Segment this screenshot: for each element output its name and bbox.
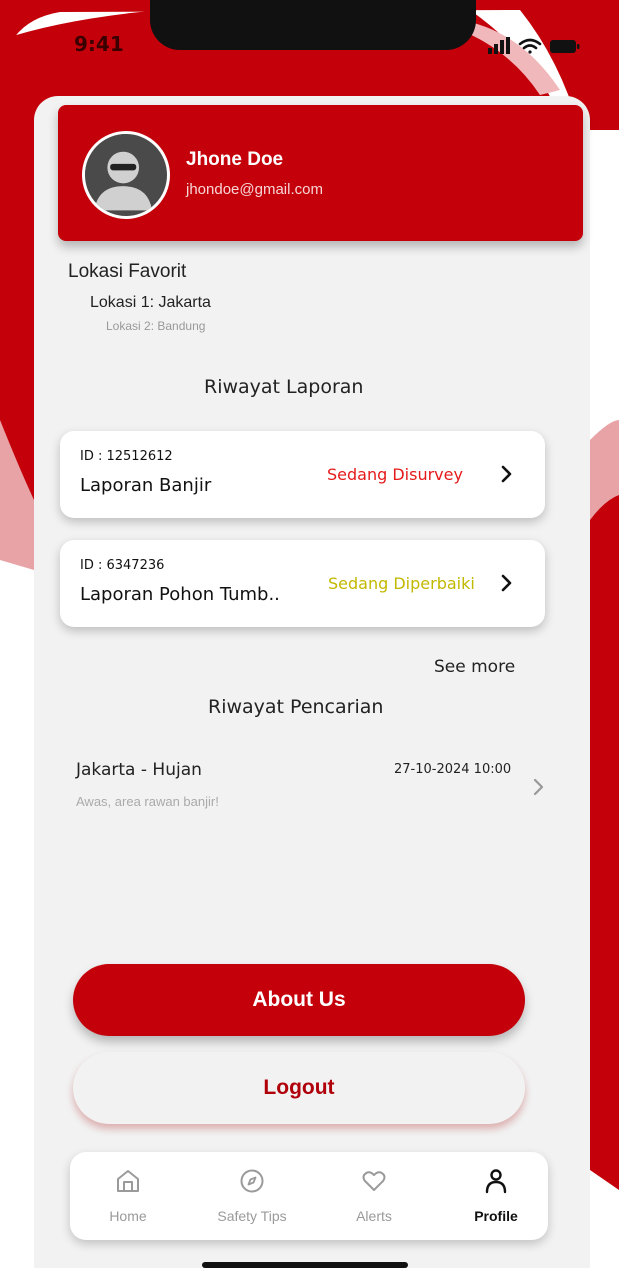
report-id: ID : 6347236 [80, 558, 165, 573]
nav-label: Alerts [356, 1208, 392, 1224]
nav-item-safety-tips[interactable]: Safety Tips [197, 1152, 307, 1240]
chevron-right-icon [501, 465, 512, 483]
report-title: Laporan Banjir [80, 475, 212, 496]
wifi-icon [518, 38, 542, 54]
battery-icon [550, 40, 580, 53]
user-icon [485, 1169, 507, 1194]
nav-item-profile[interactable]: Profile [441, 1152, 551, 1240]
home-indicator [202, 1262, 408, 1268]
logout-button[interactable]: Logout [73, 1052, 525, 1124]
user-email: jhondoe@gmail.com [186, 181, 323, 198]
status-time: 9:41 [74, 32, 124, 56]
report-title: Laporan Pohon Tumb.. [80, 584, 280, 605]
favorites-title: Lokasi Favorit [68, 261, 187, 282]
device-notch [150, 0, 476, 50]
about-us-button[interactable]: About Us [73, 964, 525, 1036]
search-title: Jakarta - Hujan [76, 760, 202, 780]
report-history-title: Riwayat Laporan [204, 376, 364, 398]
user-name: Jhone Doe [186, 149, 284, 170]
search-timestamp: 27-10-2024 10:00 [394, 762, 512, 777]
report-id: ID : 12512612 [80, 449, 173, 464]
profile-header: Jhone Doe jhondoe@gmail.com [58, 105, 583, 241]
favorite-location-2[interactable]: Lokasi 2: Bandung [106, 319, 205, 333]
search-history-title: Riwayat Pencarian [208, 696, 384, 718]
compass-icon [240, 1169, 264, 1193]
chevron-right-icon [533, 778, 544, 796]
nav-label: Home [109, 1208, 147, 1224]
status-bar: 9:41 [0, 0, 619, 80]
avatar[interactable] [82, 131, 170, 219]
home-icon [117, 1170, 139, 1192]
chevron-right-icon [501, 574, 512, 592]
avatar-icon [85, 134, 162, 211]
bottom-nav: Home Safety Tips Alerts Profile [70, 1152, 548, 1240]
nav-item-home[interactable]: Home [73, 1152, 183, 1240]
favorite-location-1[interactable]: Lokasi 1: Jakarta [90, 294, 211, 312]
status-icons [488, 37, 580, 54]
nav-label: Profile [474, 1208, 518, 1224]
report-card[interactable]: ID : 6347236 Laporan Pohon Tumb.. Sedang… [60, 540, 545, 627]
search-history-item[interactable]: Jakarta - Hujan Awas, area rawan banjir!… [76, 760, 556, 820]
search-subtitle: Awas, area rawan banjir! [76, 794, 219, 809]
see-more-link[interactable]: See more [434, 657, 515, 677]
nav-item-alerts[interactable]: Alerts [319, 1152, 429, 1240]
report-card[interactable]: ID : 12512612 Laporan Banjir Sedang Disu… [60, 431, 545, 518]
report-status: Sedang Disurvey [327, 465, 463, 484]
heart-icon [362, 1171, 386, 1191]
signal-icon [488, 37, 510, 54]
report-status: Sedang Diperbaiki [328, 574, 475, 593]
nav-label: Safety Tips [217, 1208, 287, 1224]
